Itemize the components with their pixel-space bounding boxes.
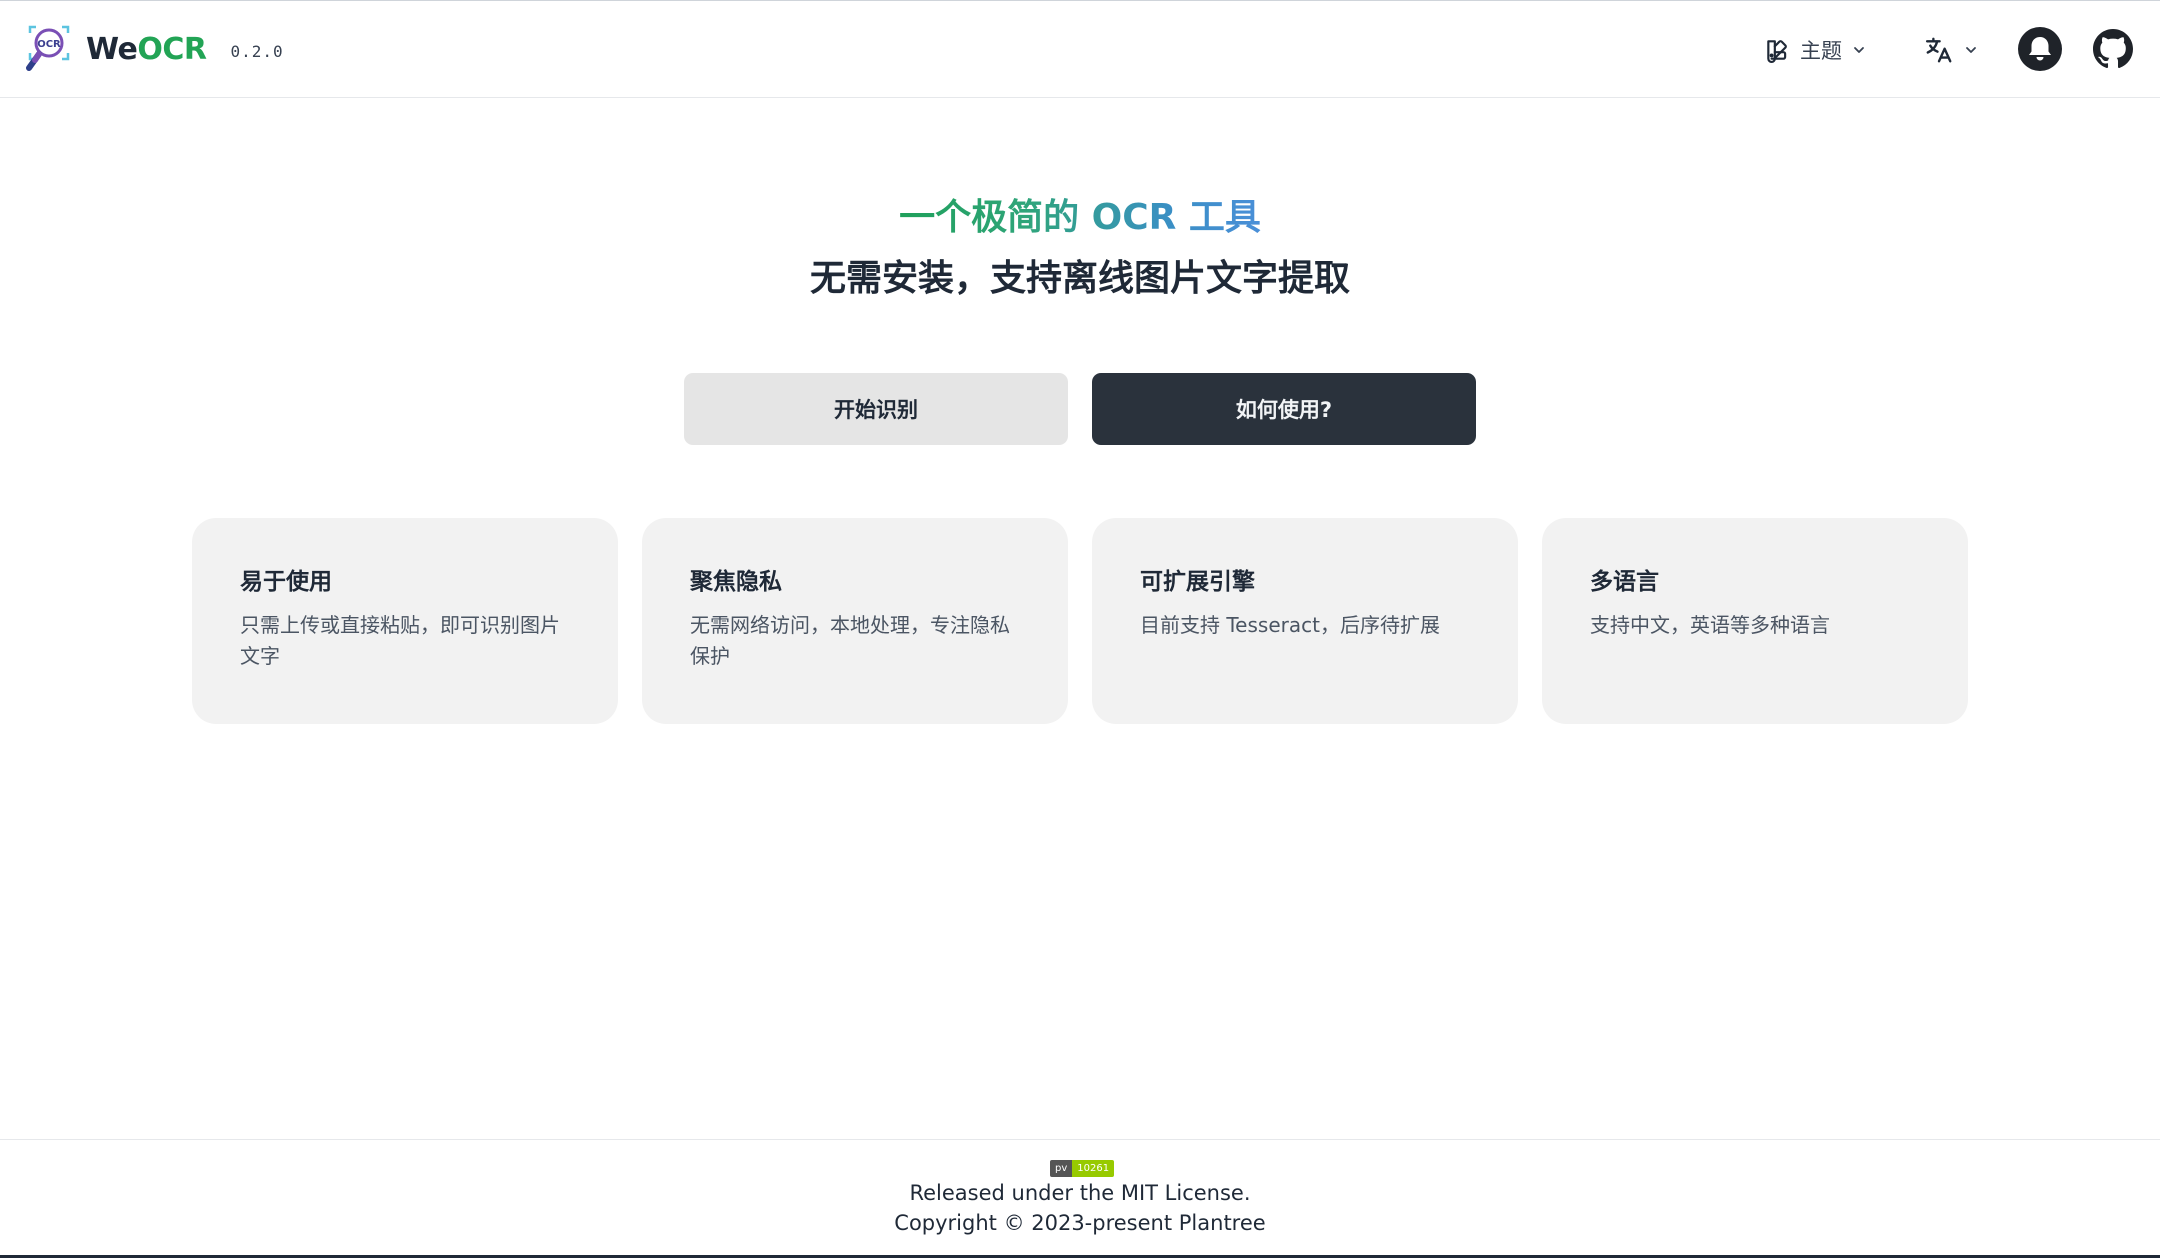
language-dropdown-button[interactable] (1924, 31, 1978, 69)
app-root: OCR WeOCR 0.2.0 主题 一个极简的 OCR 工具 无需安装，支持离… (0, 0, 2160, 1258)
how-to-use-button[interactable]: 如何使用? (1092, 373, 1476, 445)
feature-desc: 支持中文，英语等多种语言 (1590, 613, 1830, 637)
feature-desc: 无需网络访问，本地处理，专注隐私保护 (690, 613, 1010, 668)
feature-title: 可扩展引擎 (1140, 569, 1255, 595)
start-recognition-button[interactable]: 开始识别 (684, 373, 1068, 445)
theme-label: 主题 (1800, 39, 1842, 63)
notifications-button[interactable] (2018, 27, 2062, 71)
feature-card-multilang: 多语言 支持中文，英语等多种语言 (1542, 518, 1968, 724)
palette-icon (1767, 40, 1787, 63)
brand-prefix: We (86, 31, 138, 67)
pv-counter-badge[interactable]: pv 10261 (1050, 1160, 1115, 1177)
feature-title: 聚焦隐私 (690, 569, 782, 595)
github-icon (2093, 29, 2133, 69)
feature-card-easy: 易于使用 只需上传或直接粘贴，即可识别图片文字 (192, 518, 618, 724)
hero-title-text: 一个极简的 OCR 工具 (899, 197, 1261, 238)
copyright-text: Copyright © 2023-present Plantree (894, 1211, 1266, 1235)
feature-card-privacy: 聚焦隐私 无需网络访问，本地处理，专注隐私保护 (642, 518, 1068, 724)
ocr-magnifier-logo-icon: OCR (26, 25, 70, 71)
github-link[interactable] (2093, 29, 2133, 69)
hero-subtitle: 无需安装，支持离线图片文字提取 (809, 258, 1350, 299)
chevron-down-icon (1966, 47, 1976, 53)
feature-title: 易于使用 (240, 569, 332, 595)
top-navbar: OCR WeOCR 0.2.0 主题 (0, 1, 2160, 98)
pv-badge-label: pv (1050, 1160, 1073, 1177)
footer: pv 10261 Released under the MIT License.… (0, 1139, 2160, 1256)
brand-name: WeOCR (86, 32, 207, 67)
chevron-down-icon (1854, 47, 1864, 53)
feature-card-engine: 可扩展引擎 目前支持 Tesseract，后序待扩展 (1092, 518, 1518, 724)
brand-accent: OCR (137, 31, 207, 67)
feature-title: 多语言 (1590, 569, 1659, 595)
license-text: Released under the MIT License. (909, 1181, 1251, 1205)
brand[interactable]: OCR WeOCR 0.2.0 (24, 23, 284, 75)
translate-icon (1925, 37, 1952, 63)
logo-text: OCR (37, 39, 61, 50)
theme-dropdown-button[interactable]: 主题 (1764, 31, 1866, 69)
pv-badge-count: 10261 (1072, 1160, 1115, 1177)
bell-icon (2018, 27, 2062, 71)
version-label: 0.2.0 (230, 41, 284, 61)
feature-desc: 只需上传或直接粘贴，即可识别图片文字 (240, 613, 560, 668)
feature-desc: 目前支持 Tesseract，后序待扩展 (1140, 613, 1440, 637)
hero-title: 一个极简的 OCR 工具 (0, 193, 2160, 243)
